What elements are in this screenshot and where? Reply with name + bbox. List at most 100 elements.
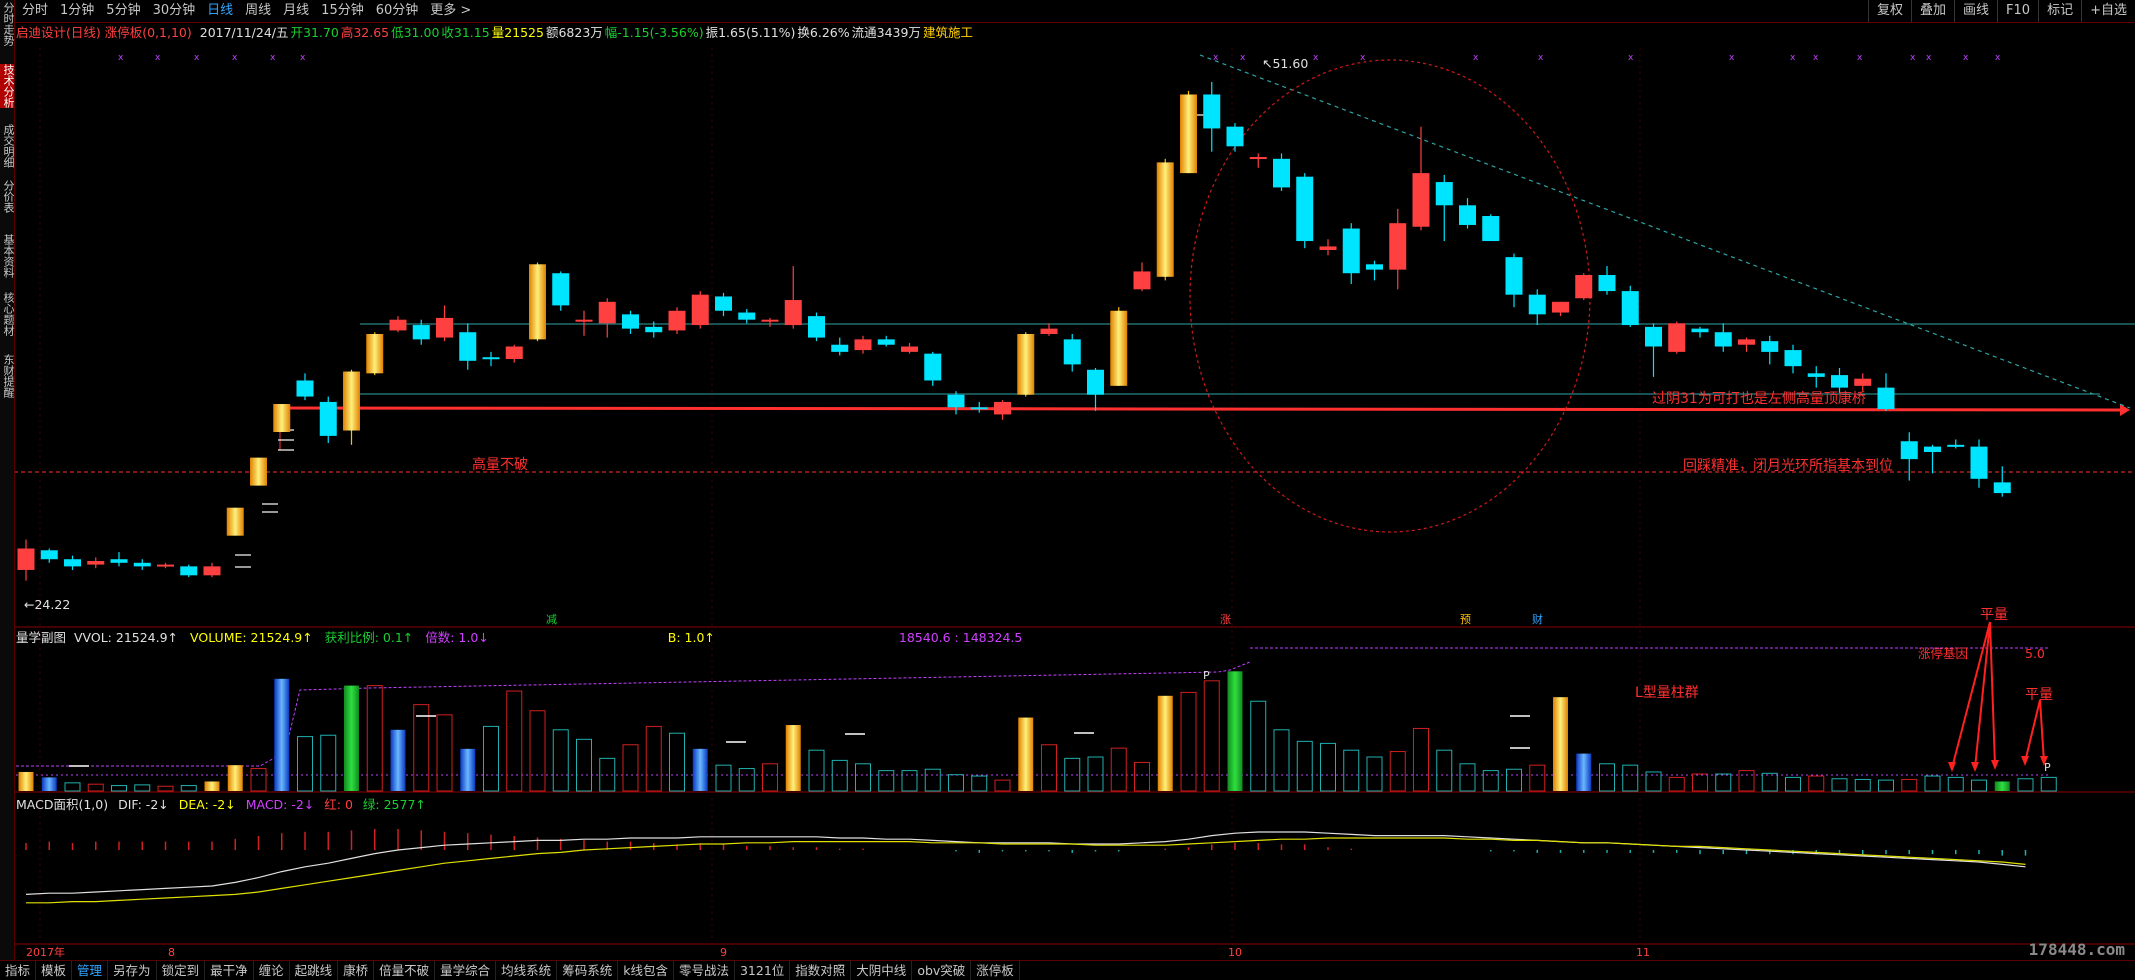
volume-bar-35	[831, 759, 848, 792]
template-tab-10[interactable]: 量学综合	[435, 961, 497, 980]
volume-bar-21	[506, 690, 523, 792]
period-tab-0[interactable]: 分时	[16, 0, 54, 22]
template-tab-16[interactable]: 指数对照	[790, 961, 852, 980]
candle-13	[319, 396, 337, 444]
period-tab-5[interactable]: 周线	[239, 0, 277, 22]
quote-sector: 建筑施工	[922, 25, 973, 40]
candle-8	[203, 562, 221, 578]
event-x-marker-7: x	[1240, 53, 1246, 63]
candle-58	[1366, 260, 1383, 281]
event-mark-zhang[interactable]: 涨	[1220, 612, 1231, 628]
sidebar-tab-5[interactable]: 核心题材	[0, 292, 15, 336]
template-tab-9[interactable]: 倍量不破	[374, 961, 436, 980]
candle-29	[691, 291, 709, 329]
candle-body-27	[645, 326, 663, 333]
right-tool-3[interactable]: F10	[1997, 0, 2038, 22]
chart-canvas[interactable]: xxxxxxxxxxxxxxxxxxxxx	[0, 0, 2135, 979]
template-tab-0[interactable]: 指标	[0, 961, 37, 980]
template-tab-5[interactable]: 最干净	[205, 961, 254, 980]
candle-body-28	[668, 310, 686, 331]
template-tab-6[interactable]: 缠论	[254, 961, 290, 980]
candle-26	[622, 310, 639, 334]
template-tab-4[interactable]: 锁定到	[157, 961, 206, 980]
candle-43	[1017, 332, 1035, 397]
annotation-gaoliang: 高量不破	[472, 457, 528, 473]
candle-24	[575, 310, 593, 336]
event-x-marker-3: x	[232, 53, 238, 63]
period-tab-2[interactable]: 5分钟	[100, 0, 146, 22]
template-tab-19[interactable]: 涨停板	[971, 961, 1020, 980]
quote-info-line: 启迪设计(日线) 涨停板(0,1,10) 2017/11/24/五 开31.70…	[16, 24, 975, 42]
event-x-marker-11: x	[1538, 53, 1544, 63]
template-tab-17[interactable]: 大阴中线	[851, 961, 913, 980]
period-tab-4[interactable]: 日线	[201, 0, 239, 22]
period-tab-9[interactable]: 更多 >	[424, 0, 477, 22]
sidebar-tab-4[interactable]: 基本资料	[0, 234, 15, 278]
candle-body-77	[1807, 373, 1825, 377]
template-tab-7[interactable]: 起跳线	[290, 961, 339, 980]
template-tab-8[interactable]: 康桥	[338, 961, 375, 980]
template-tab-1[interactable]: 模板	[36, 961, 73, 980]
candle-body-24	[575, 319, 593, 322]
right-tool-1[interactable]: 叠加	[1911, 0, 1954, 22]
right-tool-2[interactable]: 画线	[1954, 0, 1997, 22]
sidebar-tab-2[interactable]: 成交明细	[0, 124, 15, 168]
template-tab-12[interactable]: 筹码系统	[557, 961, 619, 980]
candle-49	[1156, 158, 1174, 281]
candle-layer	[17, 81, 2011, 581]
event-mark-cai[interactable]: 财	[1532, 612, 1543, 628]
period-tab-3[interactable]: 30分钟	[147, 0, 202, 22]
candle-body-42	[994, 401, 1011, 415]
volume-bar-79	[1854, 778, 1871, 792]
event-mark-yu[interactable]: 预	[1460, 612, 1471, 628]
candle-body-9	[226, 507, 244, 536]
sidebar-tab-3[interactable]: 分价表	[0, 180, 15, 213]
macd-dea-line	[26, 837, 2026, 904]
volume-bar-83	[1947, 776, 1964, 792]
volume-bar-14	[344, 685, 359, 791]
candle-body-64	[1505, 257, 1523, 295]
candle-63	[1482, 214, 1500, 242]
volume-bar-12	[297, 736, 313, 792]
candle-body-21	[505, 346, 523, 360]
event-mark-jian[interactable]: 减	[546, 612, 557, 628]
volume-bar-58	[1366, 756, 1383, 792]
indicator-template-bar: 指标 模板 管理 另存为 锁定到 最干净 缠论 起跳线 康桥 倍量不破 量学综合 均线系统 筹码系统 k线…	[0, 960, 2135, 980]
volume-bar-0	[18, 771, 34, 791]
template-tab-13[interactable]: k线包含	[618, 961, 674, 980]
candle-0	[17, 539, 35, 581]
candle-69	[1621, 285, 1639, 327]
right-tool-4[interactable]: 标记	[2038, 0, 2081, 22]
template-tab-11[interactable]: 均线系统	[496, 961, 558, 980]
candle-19	[459, 323, 477, 370]
period-tab-7[interactable]: 15分钟	[315, 0, 370, 22]
volume-bar-54	[1273, 729, 1290, 792]
candle-64	[1505, 253, 1523, 308]
candle-51	[1203, 81, 1221, 152]
candle-body-0	[17, 548, 35, 570]
event-x-marker-15: x	[1813, 53, 1819, 63]
sidebar-tab-1[interactable]: 技术分析	[0, 64, 15, 108]
candle-47	[1110, 307, 1128, 386]
period-tab-6[interactable]: 月线	[277, 0, 315, 22]
volume-bar-71	[1668, 776, 1685, 792]
volume-bar-84	[1971, 779, 1987, 792]
volume-bar-55	[1296, 740, 1313, 792]
volume-bar-44	[1041, 744, 1057, 792]
sidebar-tab-6[interactable]: 东财提醒	[0, 354, 15, 398]
volume-bar-74	[1738, 770, 1755, 792]
right-tool-5[interactable]: +自选	[2081, 0, 2135, 22]
value-five: 5.0	[2025, 646, 2045, 661]
period-tab-8[interactable]: 60分钟	[370, 0, 425, 22]
template-tab-15[interactable]: 3121位	[735, 961, 791, 980]
template-tab-3[interactable]: 另存为	[108, 961, 157, 980]
candle-5	[133, 559, 151, 570]
candle-body-38	[901, 346, 918, 352]
template-tab-18[interactable]: obv突破	[912, 961, 972, 980]
candle-67	[1575, 273, 1593, 301]
template-tab-14[interactable]: 零号战法	[674, 961, 735, 980]
period-tab-1[interactable]: 1分钟	[54, 0, 100, 22]
right-tool-0[interactable]: 复权	[1868, 0, 1911, 22]
sidebar-tab-0[interactable]: 分时走势	[0, 2, 15, 46]
template-tab-2[interactable]: 管理	[72, 961, 109, 980]
